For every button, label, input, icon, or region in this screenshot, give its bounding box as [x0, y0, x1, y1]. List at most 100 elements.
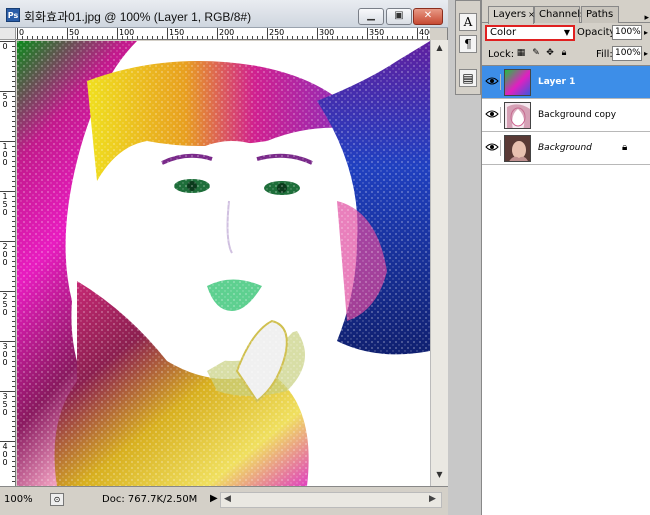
ruler-tick [12, 66, 15, 67]
chevron-down-icon: ▼ [563, 28, 570, 37]
ruler-tick [112, 36, 113, 39]
ruler-tick [12, 346, 15, 347]
eye-icon[interactable] [485, 140, 501, 156]
lock-pixels-icon[interactable]: ✎ [531, 48, 541, 59]
ruler-tick [152, 36, 153, 39]
ruler-tick [12, 46, 15, 47]
lock-all-icon[interactable]: 🔒︎ [559, 48, 569, 59]
ruler-tick [342, 36, 343, 39]
ruler-tick [12, 421, 15, 422]
type-tool-icon[interactable]: A [459, 13, 477, 31]
document-titlebar[interactable]: Ps 회화효과01.jpg @ 100% (Layer 1, RGB/8#) ▁… [0, 0, 448, 28]
status-options-icon[interactable]: ⊙ [50, 493, 64, 506]
blend-mode-select[interactable]: Color ▼ [485, 25, 575, 41]
status-menu-arrow-icon[interactable]: ▶ [210, 493, 218, 504]
scroll-right-arrow-icon[interactable]: ▶ [429, 494, 436, 504]
layer-row-background-copy[interactable]: Background copy [482, 99, 650, 132]
ruler-tick [12, 206, 15, 207]
close-button[interactable]: ✕ [413, 8, 443, 25]
ruler-tick [12, 466, 15, 467]
artwork [17, 41, 430, 486]
ruler-tick [12, 261, 15, 262]
ruler-label: 0 [19, 28, 25, 37]
ruler-tick [12, 456, 15, 457]
eye-icon[interactable] [485, 74, 501, 90]
ruler-tick [12, 176, 15, 177]
ruler-tick [12, 361, 15, 362]
horizontal-scrollbar[interactable]: ◀ ▶ [220, 492, 442, 508]
eye-icon[interactable] [485, 107, 501, 123]
ruler-tick [12, 301, 15, 302]
document-title: 회화효과01.jpg @ 100% (Layer 1, RGB/8#) [24, 10, 252, 24]
ruler-tick [12, 451, 15, 452]
ruler-tick [12, 101, 15, 102]
panel-menu-arrow-icon[interactable]: ▸ [644, 13, 649, 23]
ruler-tick [187, 36, 188, 39]
ruler-tick [252, 36, 253, 39]
notes-icon[interactable]: ▤ [459, 69, 477, 87]
opacity-slider-arrow-icon[interactable]: ▸ [644, 28, 648, 37]
ruler-label: 100 [2, 142, 8, 167]
ruler-tick [12, 81, 15, 82]
ruler-corner[interactable] [0, 28, 16, 40]
ruler-tick [387, 36, 388, 39]
fill-input[interactable]: 100% [612, 46, 642, 61]
scroll-left-arrow-icon[interactable]: ◀ [224, 494, 231, 504]
scroll-down-arrow-icon[interactable]: ▼ [433, 468, 446, 482]
tab-layers[interactable]: Layers × [488, 6, 535, 24]
restore-button[interactable]: ▣ [386, 8, 412, 25]
ruler-tick [397, 36, 398, 39]
paragraph-icon[interactable]: ¶ [459, 35, 477, 53]
ruler-tick [142, 36, 143, 39]
ruler-tick [12, 326, 15, 327]
tab-channels[interactable]: Channels [534, 6, 585, 23]
ruler-tick [297, 36, 298, 39]
ruler-tick [12, 401, 15, 402]
vertical-scrollbar[interactable]: ▲ ▼ [430, 40, 448, 486]
opacity-input[interactable]: 100% [612, 25, 642, 40]
ruler-tick [357, 36, 358, 39]
fill-slider-arrow-icon[interactable]: ▸ [644, 49, 648, 58]
vertical-ruler[interactable]: 050100150200250300350400450 [0, 40, 16, 486]
ruler-tick [192, 36, 193, 39]
status-bar: 100% ⊙ Doc: 767.7K/2.50M ▶ ◀ ▶ [0, 486, 448, 515]
minimize-button[interactable]: ▁ [358, 8, 384, 25]
tab-paths[interactable]: Paths [581, 6, 619, 23]
ruler-tick [12, 281, 15, 282]
ruler-tick [32, 36, 33, 39]
horizontal-ruler[interactable]: 0 50 100 150 200 250 300 350 400 [16, 28, 430, 40]
image-canvas[interactable] [17, 41, 430, 486]
ruler-tick [12, 356, 15, 357]
ruler-tick [47, 36, 48, 39]
ruler-tick [12, 126, 15, 127]
ruler-tick [347, 36, 348, 39]
ruler-label: 200 [2, 242, 8, 267]
ruler-tick [12, 221, 15, 222]
ruler-tick [302, 36, 303, 39]
scroll-up-arrow-icon[interactable]: ▲ [433, 41, 446, 55]
layer-row-layer-1[interactable]: Layer 1 [482, 66, 650, 99]
fill-label: Fill: [596, 49, 613, 60]
ruler-tick [12, 396, 15, 397]
ruler-label: 250 [2, 292, 8, 317]
ruler-tick [12, 381, 15, 382]
layer-row-background[interactable]: Background 🔒︎ [482, 132, 650, 165]
ruler-tick [17, 28, 18, 39]
ruler-tick [12, 411, 15, 412]
lock-position-icon[interactable]: ✥ [545, 48, 555, 59]
ruler-tick [417, 28, 418, 39]
panel-tabs: Layers × Channels Paths ▸ [482, 6, 650, 24]
ruler-tick [12, 236, 15, 237]
zoom-level[interactable]: 100% [4, 493, 42, 507]
ruler-tick [37, 36, 38, 39]
ruler-tick [12, 306, 15, 307]
ruler-tick [267, 28, 268, 39]
ruler-tick [147, 36, 148, 39]
photoshop-icon: Ps [6, 8, 20, 22]
ruler-tick [92, 36, 93, 39]
lock-transparency-icon[interactable]: ▦ [516, 48, 526, 59]
ruler-tick [12, 56, 15, 57]
ruler-tick [12, 461, 15, 462]
ruler-tick [12, 311, 15, 312]
layer-thumbnail [504, 69, 531, 96]
